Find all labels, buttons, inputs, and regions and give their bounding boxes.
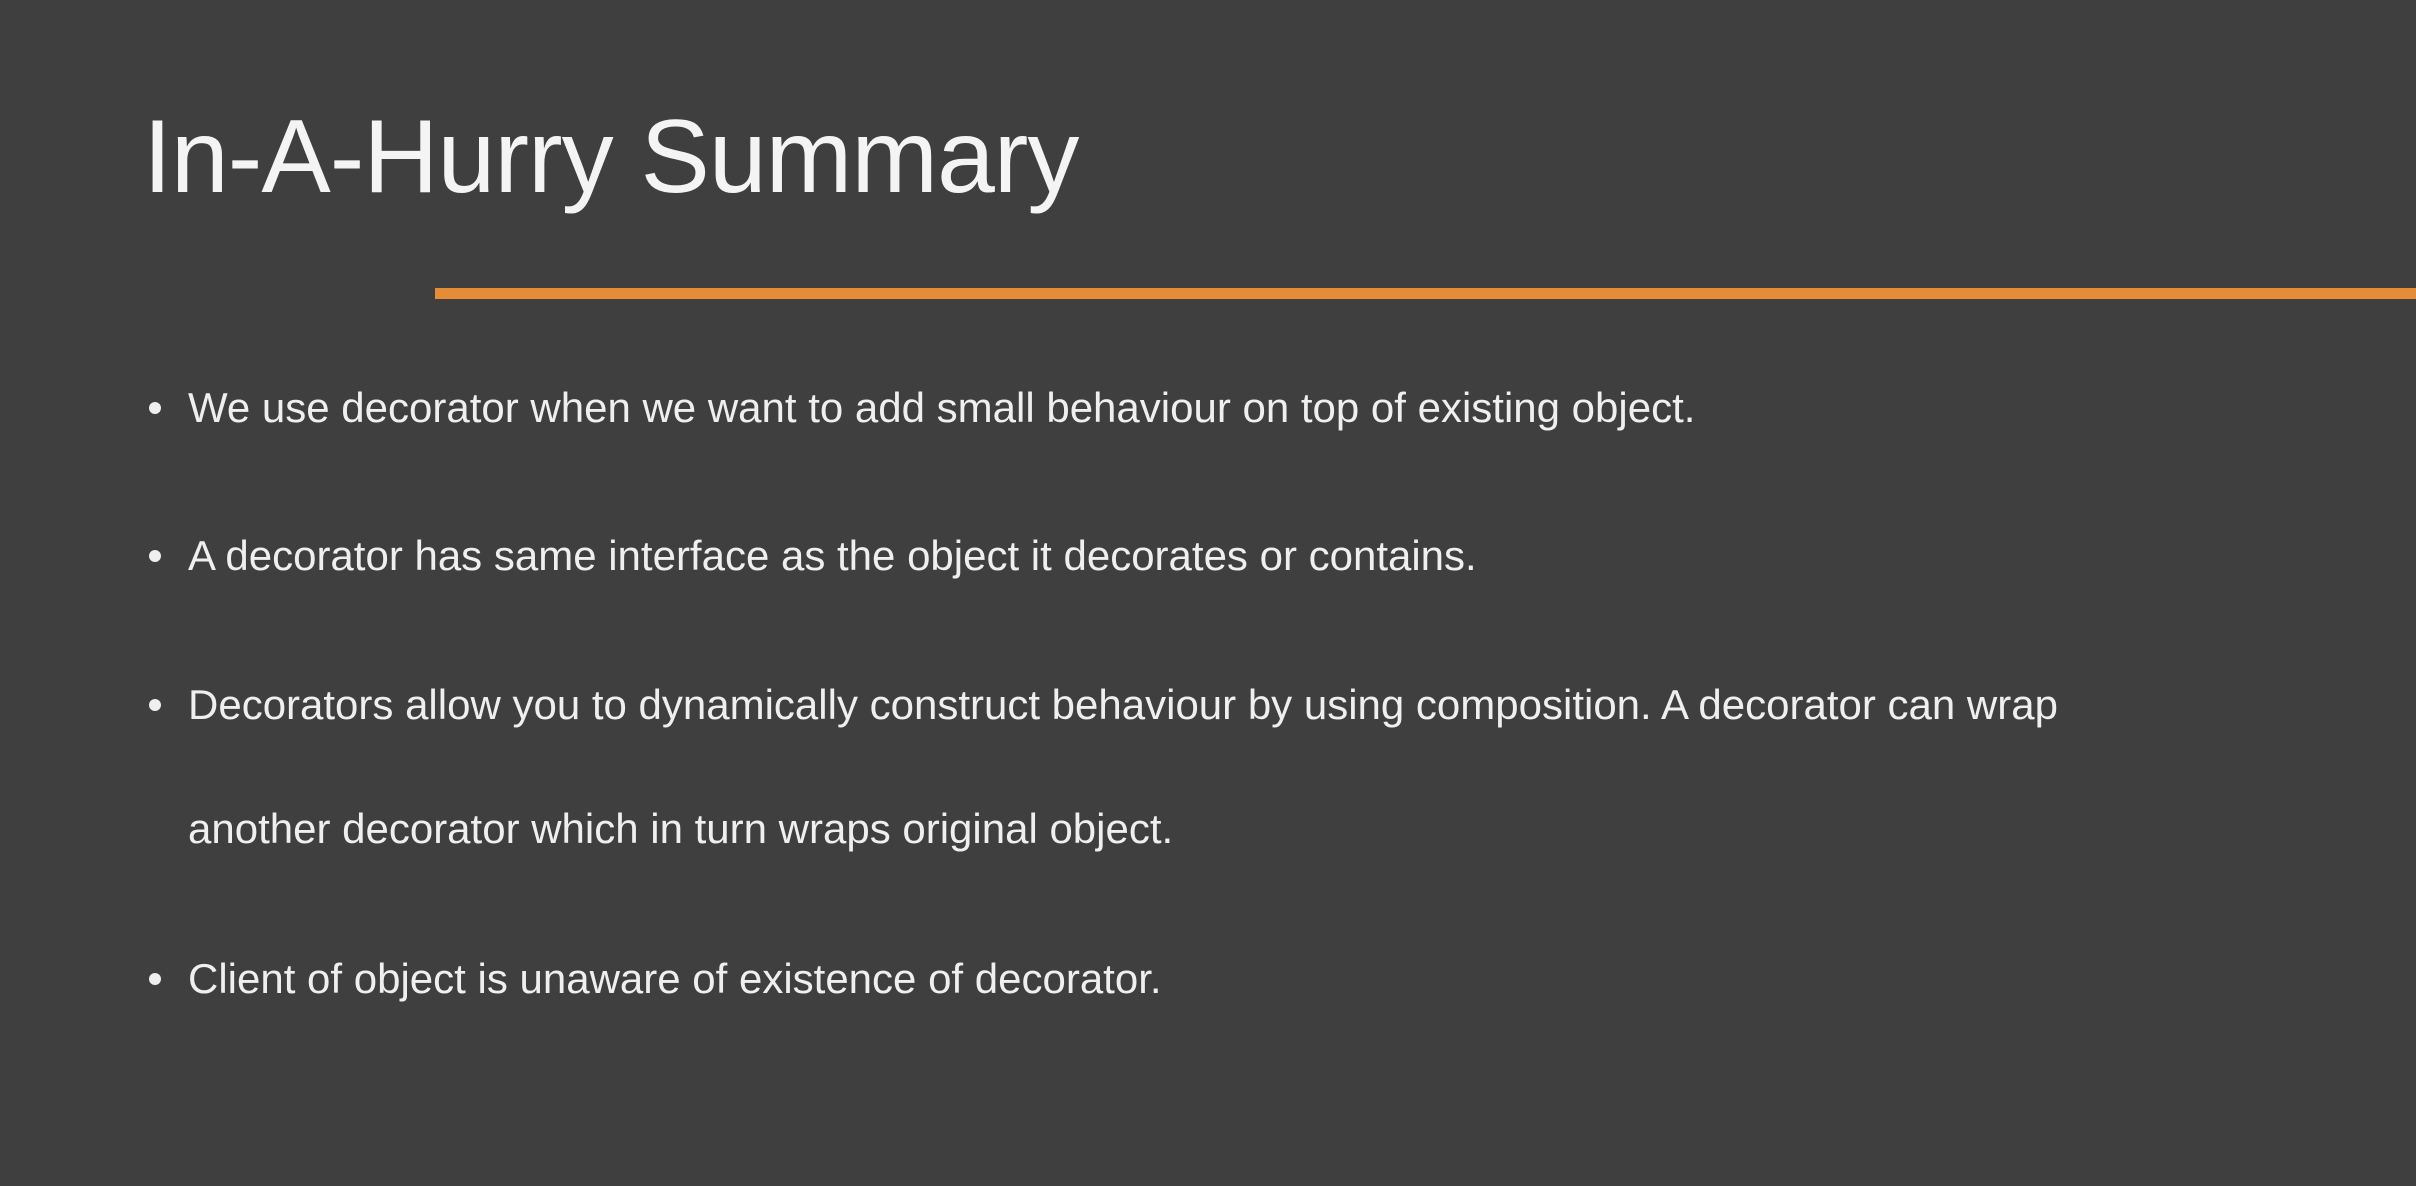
bullet-text-line-2: another decorator which in turn wraps or… — [188, 805, 1174, 852]
bullet-text-line-1: Decorators allow you to dynamically cons… — [188, 681, 2058, 728]
slide-title: In-A-Hurry Summary — [143, 99, 1079, 215]
bullet-item: A decorator has same interface as the ob… — [149, 494, 2338, 618]
title-accent-divider — [435, 288, 2416, 299]
bullet-item: Client of object is unaware of existence… — [149, 917, 2338, 1041]
presentation-slide: In-A-Hurry Summary We use decorator when… — [0, 0, 2416, 1186]
bullet-item: Decorators allow you to dynamically cons… — [149, 643, 2338, 891]
bullet-text: We use decorator when we want to add sma… — [188, 384, 1696, 431]
bullet-text: A decorator has same interface as the ob… — [188, 532, 1477, 579]
bullet-item: We use decorator when we want to add sma… — [149, 346, 2338, 470]
bullet-text: Client of object is unaware of existence… — [188, 955, 1162, 1002]
